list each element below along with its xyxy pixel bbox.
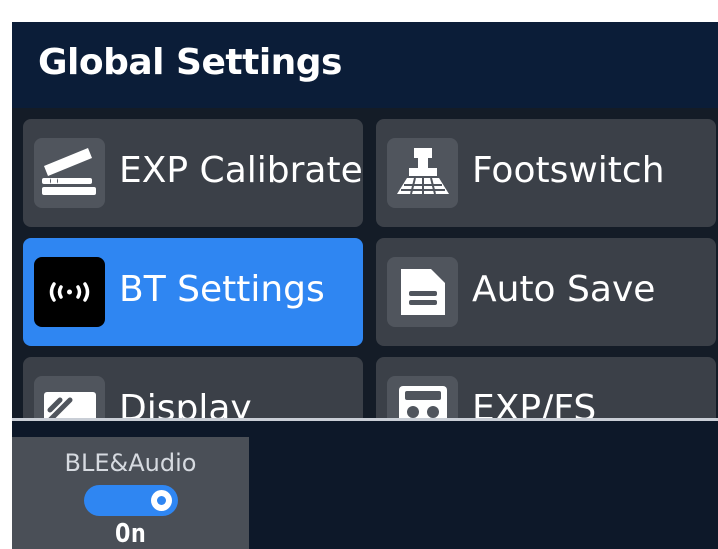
footswitch-icon [387,138,458,208]
page-title: Global Settings [38,42,342,83]
param-label: BLE&Audio [64,449,197,477]
param-knob-ble-audio[interactable]: BLE&Audio On [12,437,249,549]
menu-item-footswitch[interactable]: Footswitch [376,119,716,227]
menu-item-label: EXP/FS [472,388,597,418]
parameter-bar: BLE&Audio On [12,421,718,549]
device-screen: Global Settings EXP Calibrate Footswitch… [12,22,718,549]
exp-fs-icon [387,376,458,418]
menu-item-label: EXP Calibrate [119,150,363,191]
menu-item-label: BT Settings [119,269,325,310]
menu-item-label: Auto Save [472,269,656,310]
header-bar: Global Settings [12,22,718,108]
param-value: On [114,519,147,549]
menu-item-bt-settings[interactable]: BT Settings [23,238,363,346]
ble-audio-toggle[interactable] [84,485,178,516]
menu-item-exp-calibrate[interactable]: EXP Calibrate [23,119,363,227]
toggle-thumb [151,490,172,511]
menu-item-label: Footswitch [472,150,665,191]
expression-pedal-icon [34,138,105,208]
bluetooth-broadcast-icon [34,257,105,327]
menu-item-label: Display [119,388,252,418]
display-icon [34,376,105,418]
settings-menu-grid: EXP Calibrate Footswitch BT Settings Aut… [12,108,718,418]
menu-item-exp-fs[interactable]: EXP/FS [376,357,716,418]
menu-item-auto-save[interactable]: Auto Save [376,238,716,346]
save-document-icon [387,257,458,327]
menu-item-display[interactable]: Display [23,357,363,418]
